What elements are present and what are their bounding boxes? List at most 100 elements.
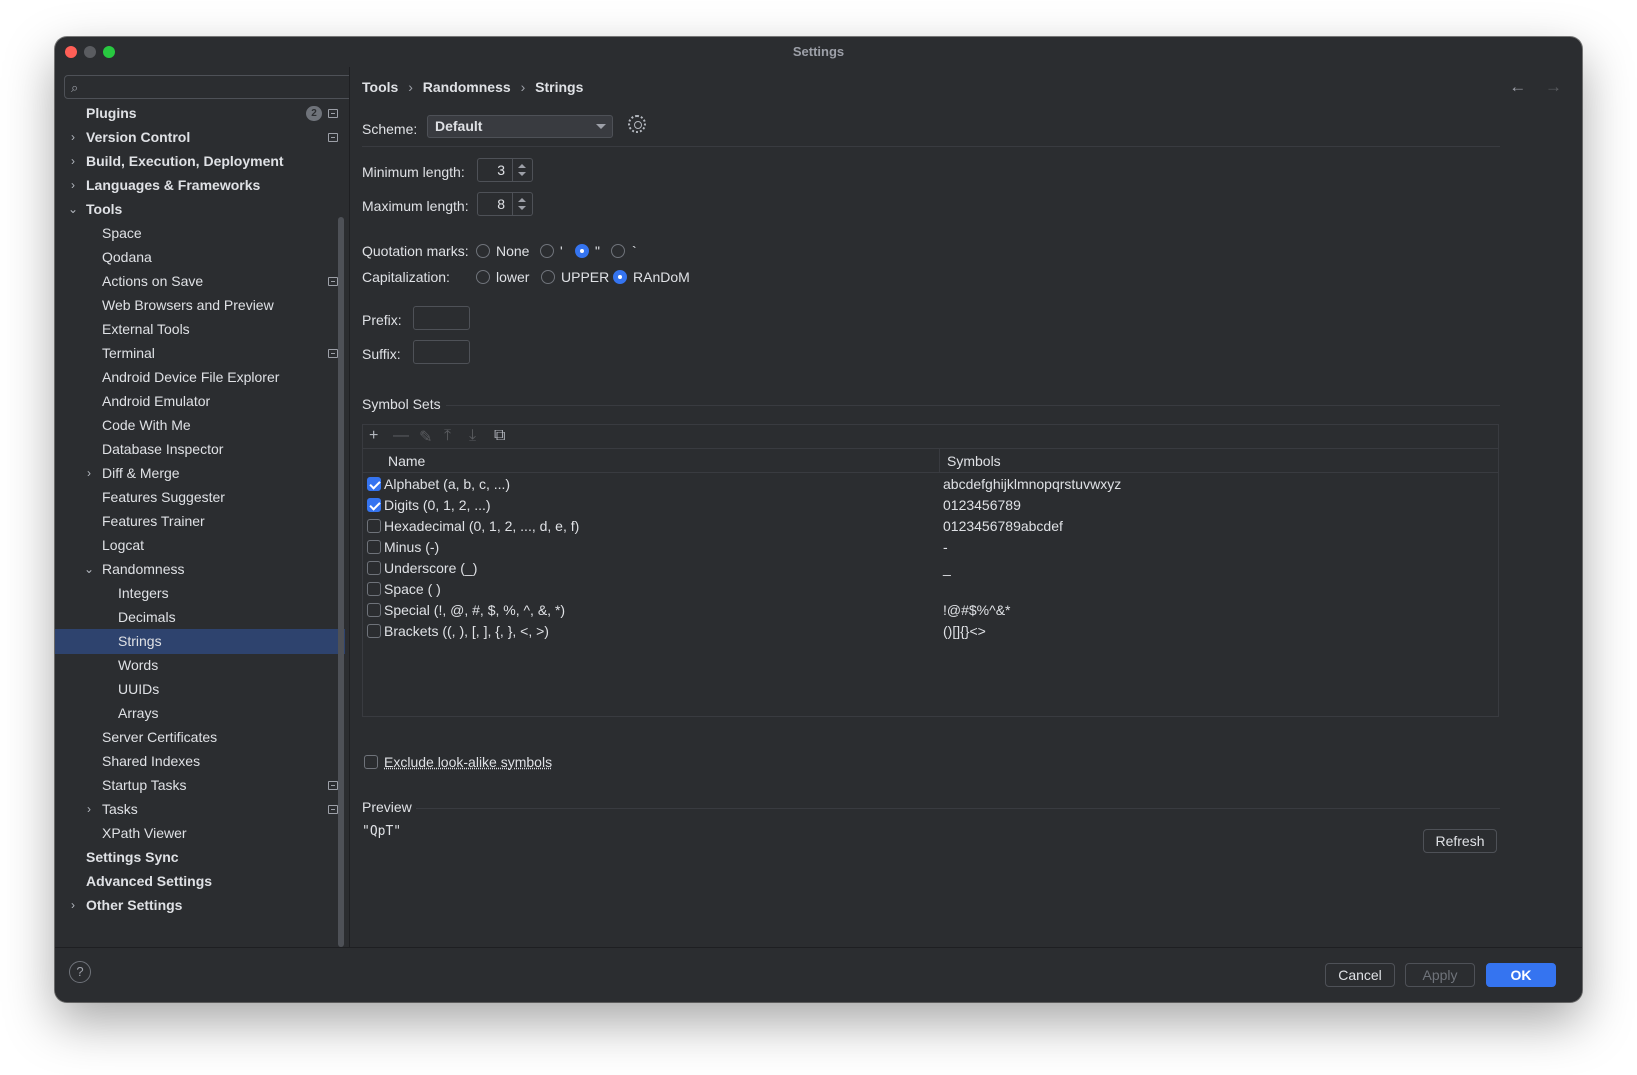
forward-arrow-icon[interactable]: → [1545, 77, 1562, 96]
settings-sidebar: ⌕ Plugins 2 › Version Control › Build, E… [55, 67, 353, 947]
sidebar-item-logcat[interactable]: Logcat [55, 533, 345, 558]
sidebar-item-shared-indexes[interactable]: Shared Indexes [55, 749, 345, 774]
table-row[interactable]: Underscore (_) _ [363, 558, 1498, 579]
sidebar-item-web-browsers[interactable]: Web Browsers and Preview [55, 293, 345, 318]
sidebar-item-android-device-file-explorer[interactable]: Android Device File Explorer [55, 365, 345, 390]
sidebar-item-database-inspector[interactable]: Database Inspector [55, 437, 345, 462]
quotation-backtick-radio[interactable] [611, 244, 625, 258]
capitalization-random-radio[interactable] [613, 270, 627, 284]
sidebar-item-languages-frameworks[interactable]: › Languages & Frameworks [55, 173, 345, 198]
table-row[interactable]: Hexadecimal (0, 1, 2, ..., d, e, f) 0123… [363, 516, 1498, 537]
table-row[interactable]: Special (!, @, #, $, %, ^, &, *) !@#$%^&… [363, 600, 1498, 621]
table-row[interactable]: Minus (-) - [363, 537, 1498, 558]
sidebar-scrollbar[interactable] [338, 217, 344, 947]
apply-button[interactable]: Apply [1405, 963, 1475, 987]
remove-icon[interactable]: — [393, 427, 409, 445]
symbol-set-checkbox[interactable] [367, 624, 381, 638]
sidebar-item-randomness[interactable]: ⌄ Randomness [55, 557, 345, 582]
sidebar-item-tasks[interactable]: › Tasks [55, 797, 345, 822]
breadcrumb-tools[interactable]: Tools [362, 79, 398, 95]
sidebar-item-space[interactable]: Space [55, 221, 345, 246]
chevron-right-icon[interactable]: › [67, 125, 79, 150]
settings-window: Settings ⌕ Plugins 2 › Version Control ›… [55, 37, 1582, 1002]
sidebar-item-server-certificates[interactable]: Server Certificates [55, 725, 345, 750]
project-settings-icon [328, 805, 338, 814]
sidebar-item-advanced-settings[interactable]: Advanced Settings [55, 869, 345, 894]
sidebar-item-settings-sync[interactable]: Settings Sync [55, 845, 345, 870]
sidebar-item-startup-tasks[interactable]: Startup Tasks [55, 773, 345, 798]
chevron-down-icon[interactable]: ⌄ [67, 197, 79, 222]
quotation-single-radio[interactable] [540, 244, 554, 258]
sidebar-item-words[interactable]: Words [55, 653, 345, 678]
sidebar-item-build-execution-deployment[interactable]: › Build, Execution, Deployment [55, 149, 345, 174]
project-settings-icon [328, 781, 338, 790]
table-row[interactable]: Alphabet (a, b, c, ...) abcdefghijklmnop… [363, 474, 1498, 495]
cancel-button[interactable]: Cancel [1325, 963, 1395, 987]
sidebar-item-features-suggester[interactable]: Features Suggester [55, 485, 345, 510]
settings-search-input[interactable]: ⌕ [64, 75, 353, 99]
help-icon[interactable]: ? [69, 961, 91, 983]
move-up-icon[interactable]: ⤒ [444, 427, 451, 445]
table-row[interactable]: Brackets ((, ), [, ], {, }, <, >) ()[]{}… [363, 621, 1498, 642]
sidebar-item-integers[interactable]: Integers [55, 581, 345, 606]
edit-icon[interactable]: ✎ [419, 427, 432, 447]
quotation-double-radio[interactable] [575, 244, 589, 258]
exclude-lookalike-label[interactable]: Exclude look-alike symbols [384, 754, 552, 770]
symbol-set-checkbox[interactable] [367, 477, 381, 491]
table-row[interactable]: Digits (0, 1, 2, ...) 0123456789 [363, 495, 1498, 516]
back-arrow-icon[interactable]: ← [1509, 77, 1526, 96]
sidebar-item-qodana[interactable]: Qodana [55, 245, 345, 270]
copy-icon[interactable]: ⧉ [494, 427, 505, 445]
sidebar-item-version-control[interactable]: › Version Control [55, 125, 345, 150]
gear-icon[interactable] [628, 115, 646, 133]
exclude-lookalike-checkbox[interactable] [364, 755, 378, 769]
prefix-input[interactable] [413, 306, 470, 330]
sidebar-item-xpath-viewer[interactable]: XPath Viewer [55, 821, 345, 846]
chevron-right-icon[interactable]: › [67, 893, 79, 918]
sidebar-item-strings[interactable]: Strings [55, 629, 345, 654]
symbol-set-checkbox[interactable] [367, 561, 381, 575]
sidebar-item-plugins[interactable]: Plugins 2 [55, 101, 345, 126]
capitalization-lower-radio[interactable] [476, 270, 490, 284]
symbol-set-checkbox[interactable] [367, 498, 381, 512]
chevron-right-icon[interactable]: › [67, 149, 79, 174]
suffix-input[interactable] [413, 340, 470, 364]
sidebar-item-decimals[interactable]: Decimals [55, 605, 345, 630]
sidebar-item-other-settings[interactable]: › Other Settings [55, 893, 345, 918]
add-icon[interactable]: + [369, 427, 378, 445]
chevron-down-icon[interactable]: ⌄ [83, 557, 95, 582]
sidebar-item-uuids[interactable]: UUIDs [55, 677, 345, 702]
max-length-stepper[interactable]: 8 [477, 192, 533, 216]
refresh-button[interactable]: Refresh [1423, 829, 1497, 853]
symbol-set-checkbox[interactable] [367, 519, 381, 533]
sidebar-item-actions-on-save[interactable]: Actions on Save [55, 269, 345, 294]
quotation-none-radio[interactable] [476, 244, 490, 258]
sidebar-item-tools[interactable]: ⌄ Tools [55, 197, 345, 222]
sidebar-item-external-tools[interactable]: External Tools [55, 317, 345, 342]
sidebar-item-terminal[interactable]: Terminal [55, 341, 345, 366]
capitalization-upper-radio[interactable] [541, 270, 555, 284]
chevron-right-icon[interactable]: › [83, 797, 95, 822]
chevron-right-icon[interactable]: › [83, 461, 95, 486]
scheme-dropdown[interactable]: Default [427, 115, 613, 138]
symbol-set-checkbox[interactable] [367, 582, 381, 596]
column-header-symbols[interactable]: Symbols [947, 453, 1001, 469]
column-header-name[interactable]: Name [388, 453, 425, 469]
min-length-stepper[interactable]: 3 [477, 158, 533, 182]
symbol-set-checkbox[interactable] [367, 540, 381, 554]
table-row[interactable]: Space ( ) [363, 579, 1498, 600]
sidebar-item-features-trainer[interactable]: Features Trainer [55, 509, 345, 534]
sidebar-item-diff-merge[interactable]: › Diff & Merge [55, 461, 345, 486]
sidebar-item-android-emulator[interactable]: Android Emulator [55, 389, 345, 414]
stepper-arrows-icon[interactable] [512, 159, 532, 181]
column-separator[interactable] [939, 449, 940, 473]
move-down-icon[interactable]: ⤓ [469, 427, 476, 445]
symbol-set-name: Underscore (_) [384, 560, 478, 576]
breadcrumb-randomness[interactable]: Randomness [423, 79, 511, 95]
sidebar-item-arrays[interactable]: Arrays [55, 701, 345, 726]
sidebar-item-code-with-me[interactable]: Code With Me [55, 413, 345, 438]
stepper-arrows-icon[interactable] [512, 193, 532, 215]
symbol-set-checkbox[interactable] [367, 603, 381, 617]
ok-button[interactable]: OK [1486, 963, 1556, 987]
chevron-right-icon[interactable]: › [67, 173, 79, 198]
